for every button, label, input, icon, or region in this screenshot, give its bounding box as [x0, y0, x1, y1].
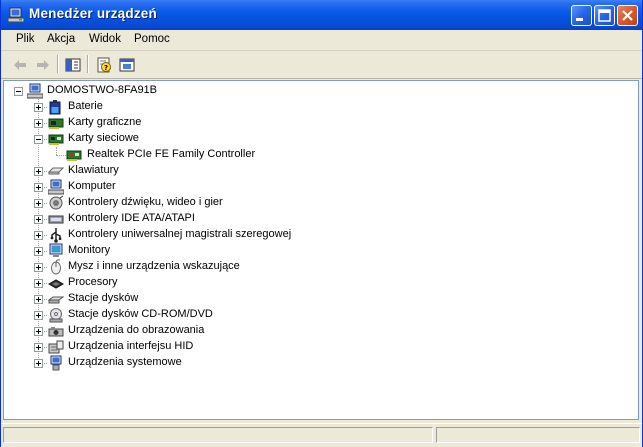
maximize-button[interactable]	[594, 5, 615, 26]
menu-action[interactable]: Akcja	[47, 33, 75, 45]
status-bar	[1, 423, 642, 447]
imaging-device-icon	[48, 327, 64, 337]
category-expand-toggle[interactable]	[34, 119, 43, 128]
computer-icon	[48, 179, 64, 195]
close-button[interactable]	[617, 5, 638, 26]
menu-help[interactable]: Pomoc	[134, 33, 170, 45]
keyboard-icon	[48, 167, 64, 175]
battery-icon	[49, 100, 61, 115]
hid-icon	[48, 340, 64, 354]
properties-button[interactable]: ?	[93, 54, 115, 76]
category-expand-toggle[interactable]	[34, 343, 43, 352]
category-expand-toggle[interactable]	[34, 231, 43, 240]
category-expand-toggle[interactable]	[34, 311, 43, 320]
back-button[interactable]	[9, 54, 31, 76]
mouse-icon	[51, 259, 61, 275]
show-hide-tree-button[interactable]	[62, 54, 84, 76]
category-expand-toggle[interactable]	[34, 215, 43, 224]
menu-file[interactable]: Plik	[16, 33, 35, 45]
display-adapter-icon	[48, 118, 64, 129]
network-adapter-icon	[48, 134, 64, 145]
maximize-icon	[598, 9, 611, 22]
menu-bar: Plik Akcja Widok Pomoc	[1, 30, 642, 51]
update-driver-icon	[119, 58, 135, 72]
category-expand-toggle[interactable]	[34, 103, 43, 112]
ide-controller-icon	[48, 215, 64, 224]
forward-button[interactable]	[32, 54, 54, 76]
tree-connector	[56, 155, 66, 156]
svg-text:?: ?	[104, 64, 108, 72]
toolbar: ?	[1, 51, 642, 79]
device-tree[interactable]: DOMOSTWO-8FA91B Baterie Karty graficzne Ka…	[3, 80, 639, 420]
monitor-icon	[49, 243, 63, 257]
device-manager-app-icon	[8, 7, 24, 23]
category-expand-toggle[interactable]	[34, 199, 43, 208]
sound-icon	[49, 195, 64, 210]
minimize-icon	[576, 18, 583, 21]
category-expand-toggle[interactable]	[34, 247, 43, 256]
forward-icon	[37, 60, 49, 70]
category-expand-toggle[interactable]	[34, 263, 43, 272]
close-icon	[622, 10, 633, 21]
category-expand-toggle[interactable]	[34, 167, 43, 176]
tree-connector	[56, 147, 57, 155]
status-pane-main	[3, 427, 433, 443]
toolbar-separator	[57, 55, 59, 73]
toolbar-separator	[87, 55, 89, 73]
update-driver-button[interactable]	[116, 54, 138, 76]
device-manager-window: Menedżer urządzeń Plik Akcja Widok Pomoc	[0, 0, 643, 447]
category-expand-toggle[interactable]	[34, 295, 43, 304]
category-expand-toggle[interactable]	[34, 279, 43, 288]
category-expand-toggle[interactable]	[34, 327, 43, 336]
category-expand-toggle[interactable]	[34, 135, 43, 144]
minimize-button[interactable]	[571, 5, 592, 26]
usb-icon	[50, 228, 62, 243]
window-title: Menedżer urządzeń	[29, 6, 157, 21]
system-device-icon	[50, 355, 62, 371]
category-expand-toggle[interactable]	[34, 183, 43, 192]
disk-drive-icon	[48, 296, 64, 304]
network-card-icon	[66, 150, 82, 161]
root-collapse-toggle[interactable]	[14, 87, 23, 96]
processor-icon	[48, 279, 64, 289]
computer-icon	[27, 83, 43, 99]
status-pane-secondary	[436, 427, 640, 443]
category-expand-toggle[interactable]	[34, 359, 43, 368]
tree-view-icon	[65, 58, 81, 72]
back-icon	[14, 60, 26, 70]
menu-view[interactable]: Widok	[89, 33, 121, 45]
properties-help-icon: ?	[97, 57, 111, 73]
title-bar[interactable]: Menedżer urządzeń	[1, 0, 642, 30]
cdrom-icon	[49, 308, 63, 323]
